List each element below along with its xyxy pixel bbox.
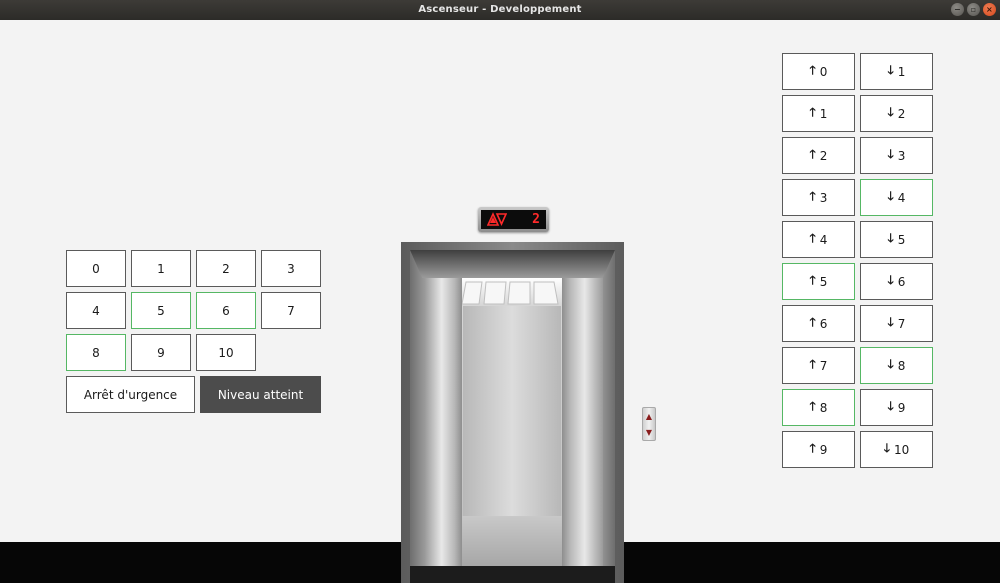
cabin-back-wall [463, 306, 561, 516]
hall-button-label: 8 [897, 358, 906, 373]
hall-down-button-8[interactable]: 🡓 8 [860, 347, 933, 384]
hall-down-button-6[interactable]: 🡓 6 [860, 263, 933, 300]
arrow-down-icon: 🡓 [887, 147, 894, 161]
floor-indicator: 2 [478, 207, 549, 232]
indicator-floor-number: 2 [532, 212, 540, 227]
cabin-floor-button-8[interactable]: 8 [66, 334, 126, 371]
hall-button-label: 4 [897, 190, 906, 205]
hall-up-button-4[interactable]: 🡑 4 [782, 221, 855, 258]
cabin-ceiling-lights [461, 278, 562, 306]
arrow-down-icon: 🡓 [887, 63, 894, 77]
elevator-sill [410, 566, 615, 583]
arrow-up-icon: 🡑 [809, 357, 816, 371]
hall-up-button-0[interactable]: 🡑 0 [782, 53, 855, 90]
hall-up-button-9[interactable]: 🡑 9 [782, 431, 855, 468]
hall-button-label: 9 [897, 400, 906, 415]
hall-down-button-10[interactable]: 🡓 10 [860, 431, 933, 468]
hall-button-label: 4 [819, 232, 828, 247]
hall-down-button-2[interactable]: 🡓 2 [860, 95, 933, 132]
direction-arrows-icon [487, 212, 507, 226]
hall-button-label: 6 [819, 316, 828, 331]
hall-up-button-6[interactable]: 🡑 6 [782, 305, 855, 342]
hall-button-label: 10 [893, 442, 910, 457]
cabin-floor [462, 516, 562, 566]
arrow-up-icon: 🡑 [809, 147, 816, 161]
ceiling-lights-icon [461, 281, 559, 305]
cabin-floor-button-3[interactable]: 3 [261, 250, 321, 287]
hall-button-label: 5 [819, 274, 828, 289]
hall-button-label: 1 [819, 106, 828, 121]
hall-down-button-3[interactable]: 🡓 3 [860, 137, 933, 174]
hall-button-label: 7 [819, 358, 828, 373]
emergency-stop-button[interactable]: Arrêt d'urgence [66, 376, 195, 413]
arrow-up-icon: 🡑 [809, 63, 816, 77]
arrow-down-icon: 🡓 [883, 441, 890, 455]
hall-button-label: 9 [819, 442, 828, 457]
elevator-door-right [562, 278, 603, 568]
cabin-floor-button-1[interactable]: 1 [131, 250, 191, 287]
minimize-icon[interactable]: − [951, 3, 964, 16]
arrow-down-icon: 🡓 [887, 189, 894, 203]
hall-down-button-9[interactable]: 🡓 9 [860, 389, 933, 426]
hall-up-button-2[interactable]: 🡑 2 [782, 137, 855, 174]
close-icon[interactable]: × [983, 3, 996, 16]
hall-up-button-3[interactable]: 🡑 3 [782, 179, 855, 216]
window-controls: − ▫ × [951, 3, 996, 16]
arrow-up-icon: 🡑 [809, 105, 816, 119]
window-titlebar: Ascenseur - Developpement − ▫ × [0, 0, 1000, 20]
hall-button-label: 2 [819, 148, 828, 163]
indicator-screen: 2 [481, 210, 546, 229]
arrow-up-icon: 🡑 [809, 315, 816, 329]
cabin-floor-button-7[interactable]: 7 [261, 292, 321, 329]
hall-up-button-8[interactable]: 🡑 8 [782, 389, 855, 426]
window-title: Ascenseur - Developpement [418, 4, 582, 15]
elevator-door-left [425, 278, 462, 568]
arrow-up-icon: 🡑 [809, 189, 816, 203]
hall-button-label: 8 [819, 400, 828, 415]
call-up-icon[interactable]: ▲ [646, 412, 652, 421]
cabin-floor-button-5[interactable]: 5 [131, 292, 191, 329]
hall-up-button-5[interactable]: 🡑 5 [782, 263, 855, 300]
cabin-floor-button-4[interactable]: 4 [66, 292, 126, 329]
hall-down-button-5[interactable]: 🡓 5 [860, 221, 933, 258]
hall-button-label: 3 [897, 148, 906, 163]
maximize-icon[interactable]: ▫ [967, 3, 980, 16]
cabin-floor-button-0[interactable]: 0 [66, 250, 126, 287]
arrow-down-icon: 🡓 [887, 357, 894, 371]
hall-button-label: 7 [897, 316, 906, 331]
hall-button-label: 2 [897, 106, 906, 121]
hall-up-button-7[interactable]: 🡑 7 [782, 347, 855, 384]
hall-button-label: 5 [897, 232, 906, 247]
hall-button-label: 6 [897, 274, 906, 289]
cabin-floor-button-2[interactable]: 2 [196, 250, 256, 287]
hall-down-button-1[interactable]: 🡓 1 [860, 53, 933, 90]
call-panel: ▲ ▼ [642, 407, 656, 441]
arrow-up-icon: 🡑 [809, 273, 816, 287]
arrow-down-icon: 🡓 [887, 315, 894, 329]
cabin-floor-button-9[interactable]: 9 [131, 334, 191, 371]
arrow-down-icon: 🡓 [887, 105, 894, 119]
hall-down-button-4[interactable]: 🡓 4 [860, 179, 933, 216]
arrow-up-icon: 🡑 [809, 441, 816, 455]
cabin-floor-button-10[interactable]: 10 [196, 334, 256, 371]
arrow-down-icon: 🡓 [887, 399, 894, 413]
arrow-down-icon: 🡓 [887, 231, 894, 245]
cabin-floor-button-6[interactable]: 6 [196, 292, 256, 329]
hall-down-button-7[interactable]: 🡓 7 [860, 305, 933, 342]
call-down-icon[interactable]: ▼ [646, 428, 652, 437]
elevator-header [410, 250, 615, 278]
hall-up-button-1[interactable]: 🡑 1 [782, 95, 855, 132]
arrow-up-icon: 🡑 [809, 231, 816, 245]
elevator-jamb-left [410, 250, 425, 583]
arrow-down-icon: 🡓 [887, 273, 894, 287]
hall-button-label: 0 [819, 64, 828, 79]
level-reached-button[interactable]: Niveau atteint [200, 376, 321, 413]
hall-button-label: 3 [819, 190, 828, 205]
hall-button-label: 1 [897, 64, 906, 79]
arrow-up-icon: 🡑 [809, 399, 816, 413]
